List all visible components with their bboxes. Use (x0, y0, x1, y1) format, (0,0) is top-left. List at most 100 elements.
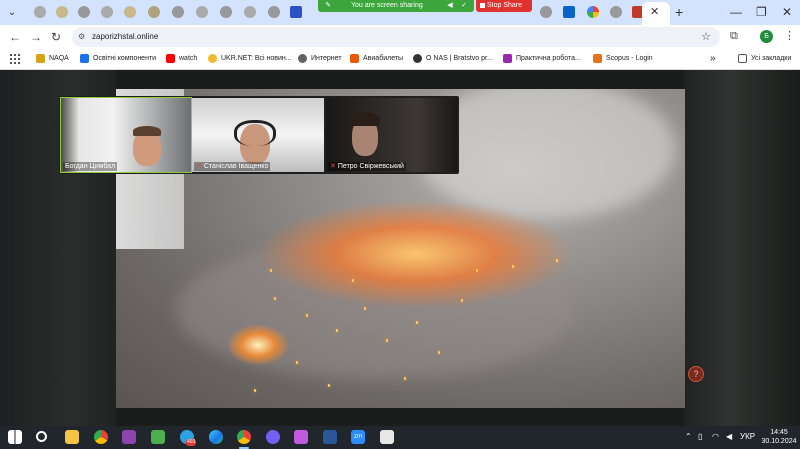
forward-icon[interactable]: → (30, 29, 42, 45)
bookmark-item[interactable]: watch (166, 49, 197, 69)
tab-favicon-icon[interactable] (56, 6, 68, 18)
tab-google-icon[interactable] (587, 6, 599, 18)
tab-favicon-icon[interactable] (610, 6, 622, 18)
tab-favicon-icon[interactable] (268, 6, 280, 18)
participant-name: ✕ Петро Свіржевський (328, 162, 406, 171)
zoom-icon[interactable]: zm (351, 430, 365, 444)
reload-icon[interactable]: ↻ (51, 29, 61, 45)
tab-search-icon[interactable]: ⌄ (4, 5, 20, 21)
new-tab-button[interactable]: + (675, 4, 683, 20)
share-check-icon[interactable]: ✓ (460, 2, 468, 10)
wifi-icon[interactable]: ◠ (712, 431, 719, 443)
bookmark-label: watch (179, 55, 198, 62)
stop-share-label: Stop Share (487, 2, 523, 9)
stop-icon (480, 3, 485, 8)
clock-time: 14:45 (770, 429, 788, 436)
edge-icon[interactable] (209, 430, 223, 444)
mic-muted-icon: ✕ (196, 163, 202, 170)
window-close-icon[interactable]: ✕ (782, 4, 792, 20)
share-pin-icon[interactable]: ✎ (324, 2, 332, 10)
tab-favicon-icon[interactable] (78, 6, 90, 18)
screen-share-status: You are screen sharing (351, 2, 423, 9)
participant-name-text: Петро Свіржевський (337, 163, 404, 170)
stop-share-button[interactable]: Stop Share (476, 0, 532, 12)
spark (416, 321, 418, 324)
clock[interactable]: 14:45 30.10.2024 (760, 428, 798, 446)
bookmark-label: UKR.NET: Всі новин... (221, 55, 292, 62)
bookmark-item[interactable]: Интернет (298, 49, 342, 69)
address-bar[interactable]: ⚙ zaporizhstal.online ☆ (72, 27, 720, 47)
chrome-active-icon[interactable] (237, 430, 251, 444)
search-icon[interactable] (36, 431, 47, 442)
fire-glow (228, 325, 288, 365)
apps-grid-icon[interactable] (10, 54, 20, 64)
start-icon[interactable] (8, 430, 22, 444)
tab-close-icon[interactable]: ✕ (650, 6, 659, 18)
tab-favicon-icon[interactable] (34, 6, 46, 18)
bookmark-label: NAQA (49, 55, 69, 62)
tab-outlook-icon[interactable] (563, 6, 575, 18)
spark (274, 297, 276, 300)
spark (438, 351, 440, 354)
bookmark-item[interactable]: Авиабилеты (350, 49, 403, 69)
bookmarks-overflow-icon[interactable]: » (710, 49, 716, 69)
spark (296, 361, 298, 364)
spark (254, 389, 256, 392)
bookmark-star-icon[interactable]: ☆ (701, 29, 711, 45)
spark (461, 299, 463, 302)
windows-taskbar: 493 zm ⌃ ▯ ◠ ◀ УКР 14:45 30.10.2024 (0, 426, 800, 449)
spark (352, 279, 354, 282)
menu-icon[interactable]: ⋮ (784, 29, 795, 42)
bookmark-item[interactable]: Scopus - Login (593, 49, 653, 69)
tab-trident-icon[interactable] (290, 6, 302, 18)
site-info-icon[interactable]: ⚙ (78, 32, 87, 41)
file-explorer-icon[interactable] (65, 430, 79, 444)
participant-tile[interactable]: ✕ Петро Свіржевський (326, 98, 457, 172)
bookmark-item[interactable]: NAQA (36, 49, 69, 69)
help-button[interactable]: ? (688, 366, 704, 382)
globe-icon (413, 53, 422, 63)
bookmark-item[interactable]: UKR.NET: Всі новин... (208, 49, 292, 69)
bookmark-item[interactable]: Практична робота... (503, 49, 581, 69)
spark (364, 307, 366, 310)
participant-name: Богдан Цимбал (63, 162, 118, 171)
spark (336, 329, 338, 332)
audio-icon[interactable]: ◀ (446, 2, 454, 10)
tab-favicon-icon[interactable] (540, 6, 552, 18)
minimize-icon[interactable]: — (730, 4, 742, 20)
bookmarks-bar: NAQA Освітні компоненти watch UKR.NET: В… (0, 49, 800, 70)
download-icon[interactable] (151, 430, 165, 444)
participant-tile[interactable]: ✕ Станіслав Іващенко (192, 98, 324, 172)
app-icon[interactable] (122, 430, 136, 444)
language-indicator[interactable]: УКР (740, 431, 755, 443)
extensions-icon[interactable]: ⧉ (730, 30, 738, 43)
app-icon[interactable] (380, 430, 394, 444)
chrome-icon[interactable] (94, 430, 108, 444)
bookmark-item[interactable]: Освітні компоненти (80, 49, 156, 69)
tab-favicon-icon[interactable] (244, 6, 256, 18)
tab-favicon-icon[interactable] (101, 6, 113, 18)
spark (386, 339, 388, 342)
profile-avatar[interactable]: Б (760, 30, 773, 43)
ukrnet-icon (208, 53, 217, 63)
all-bookmarks-button[interactable]: Усі закладки (738, 49, 791, 69)
back-icon[interactable]: ← (9, 29, 21, 45)
participant-tile[interactable]: Богдан Цимбал (60, 97, 192, 173)
speaker-icon[interactable]: ◀ (726, 431, 732, 443)
app-icon[interactable] (294, 430, 308, 444)
bookmark-item[interactable]: О NAS | Bratstvo pr... (413, 49, 493, 69)
tab-favicon-icon[interactable] (124, 6, 136, 18)
url-text[interactable]: zaporizhstal.online (92, 27, 158, 47)
tab-favicon-icon[interactable] (148, 6, 160, 18)
phone-icon[interactable]: ▯ (698, 431, 702, 443)
tray-expand-icon[interactable]: ⌃ (685, 431, 692, 443)
word-icon[interactable] (323, 430, 337, 444)
tab-favicon-icon[interactable] (220, 6, 232, 18)
headset-icon (234, 120, 276, 146)
viber-icon[interactable] (266, 430, 280, 444)
screen-share-bar: ✎ You are screen sharing ◀ ✓ (318, 0, 474, 12)
tab-favicon-icon[interactable] (196, 6, 208, 18)
scopus-icon (593, 53, 602, 63)
tab-favicon-icon[interactable] (172, 6, 184, 18)
restore-icon[interactable]: ❐ (756, 4, 767, 20)
